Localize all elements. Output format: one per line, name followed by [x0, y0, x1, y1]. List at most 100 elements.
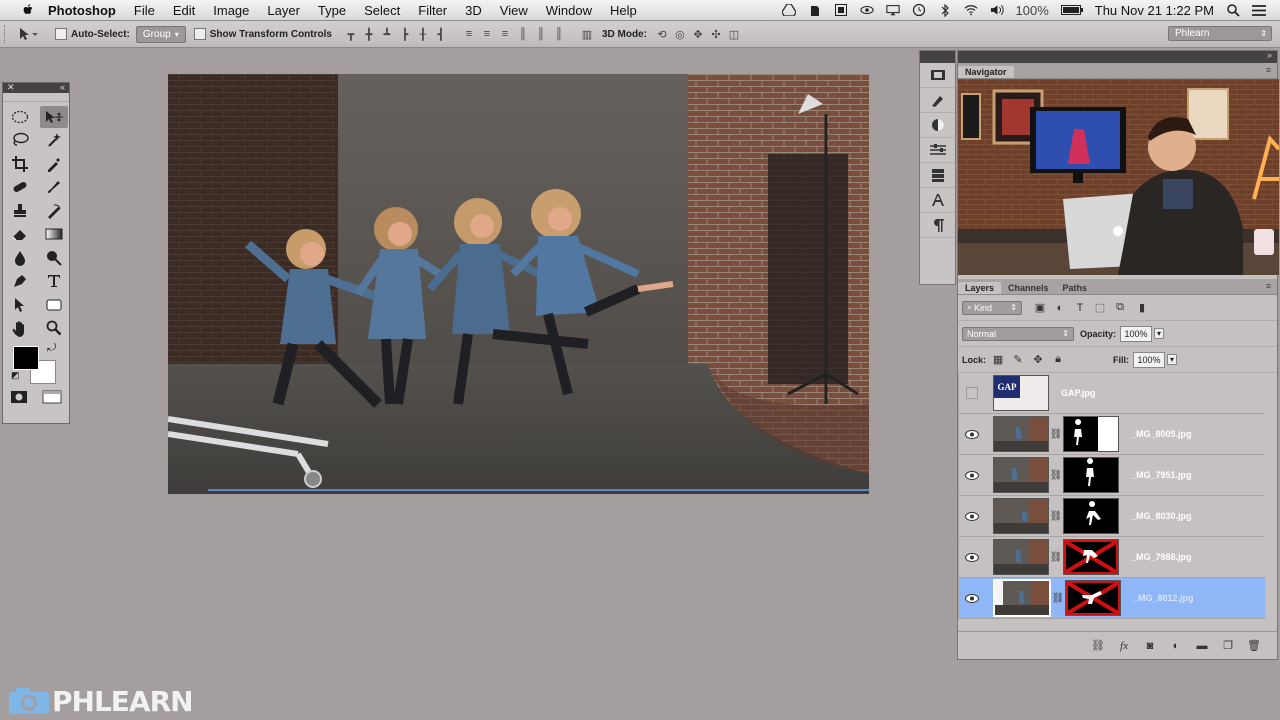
fill-slider-arrow-icon[interactable]: ▾	[1166, 354, 1177, 365]
tool-presets-panel-icon[interactable]	[920, 88, 955, 113]
clone-stamp-tool-icon[interactable]	[3, 199, 37, 223]
quick-selection-tool-icon[interactable]	[37, 129, 71, 153]
add-mask-icon[interactable]: ◙	[1137, 640, 1163, 652]
eraser-tool-icon[interactable]	[3, 223, 37, 247]
layer-name[interactable]: GAP.jpg	[1061, 388, 1095, 398]
3d-roll-icon[interactable]: ◎	[671, 25, 689, 43]
tab-navigator[interactable]: Navigator	[958, 66, 1014, 78]
panel-collapse-icon[interactable]: »	[1267, 50, 1272, 60]
navigator-preview[interactable]	[958, 79, 1279, 275]
fill-input[interactable]: 100%	[1132, 351, 1165, 368]
layer-row[interactable]: ⛓︎ _MG_7988.jpg	[959, 537, 1265, 578]
auto-align-layers-icon[interactable]: ▥	[578, 25, 596, 43]
eye-icon[interactable]	[959, 429, 985, 439]
spotlight-search-icon[interactable]	[1226, 3, 1240, 17]
grid-app-icon[interactable]	[834, 3, 848, 17]
layer-row[interactable]: ⛓︎ _MG_7951.jpg	[959, 455, 1265, 496]
history-panel-icon[interactable]	[920, 63, 955, 88]
opacity-slider-arrow-icon[interactable]: ▾	[1154, 328, 1165, 339]
tools-panel-header[interactable]: ✕ «	[3, 82, 69, 93]
screen-mirroring-icon[interactable]	[885, 3, 900, 17]
link-icon[interactable]: ⛓︎	[1049, 511, 1063, 522]
layer-mask-thumbnail[interactable]	[1063, 457, 1119, 493]
layer-thumbnail[interactable]	[993, 416, 1049, 452]
distribute-vcenter-icon[interactable]: ≡	[478, 25, 496, 43]
layer-name[interactable]: _MG_8030.jpg	[1131, 511, 1192, 521]
blend-mode-dropdown[interactable]: Normal ⇕	[962, 326, 1074, 341]
apple-menu-icon[interactable]	[20, 3, 36, 17]
distribute-left-icon[interactable]: ║	[514, 25, 532, 43]
swap-colors-icon[interactable]: ⤾	[47, 342, 56, 355]
layer-thumbnail[interactable]	[993, 539, 1049, 575]
zoom-tool-icon[interactable]	[37, 317, 71, 341]
filter-smart-object-icon[interactable]: ⧉	[1112, 300, 1128, 316]
align-vcenter-icon[interactable]: ╋	[360, 25, 378, 43]
dock-column-header[interactable]	[920, 51, 955, 63]
layer-thumbnail[interactable]	[993, 579, 1051, 617]
align-top-icon[interactable]: ┳	[342, 25, 360, 43]
show-transform-checkbox[interactable]	[193, 28, 206, 40]
foreground-color-swatch[interactable]	[13, 346, 39, 370]
3d-drag-icon[interactable]: ✥	[689, 25, 707, 43]
eye-icon[interactable]	[959, 593, 985, 603]
adjustments-panel-icon[interactable]	[920, 138, 955, 163]
menu-help[interactable]: Help	[610, 3, 637, 18]
eye-monitor-icon[interactable]	[859, 3, 874, 17]
path-selection-tool-icon[interactable]	[3, 293, 37, 317]
new-layer-icon[interactable]: ❐	[1215, 639, 1241, 652]
layer-style-fx-icon[interactable]: fx	[1111, 640, 1137, 652]
layer-thumbnail[interactable]	[993, 498, 1049, 534]
align-right-icon[interactable]: ┫	[432, 25, 450, 43]
new-group-icon[interactable]: ▬	[1189, 640, 1215, 652]
wifi-icon[interactable]	[963, 3, 978, 17]
layer-mask-thumbnail[interactable]	[1063, 498, 1119, 534]
lock-image-icon[interactable]: ✎	[1010, 352, 1026, 368]
link-icon[interactable]: ⛓︎	[1051, 593, 1065, 604]
layer-row[interactable]: GAP GAP.jpg	[959, 373, 1265, 414]
menu-file[interactable]: File	[134, 3, 155, 18]
distribute-hcenter-icon[interactable]: ║	[532, 25, 550, 43]
character-panel-icon[interactable]	[920, 188, 955, 213]
options-bar-grip[interactable]	[4, 25, 11, 43]
layer-thumbnail[interactable]	[993, 457, 1049, 493]
filter-type-icon[interactable]: T	[1072, 300, 1088, 316]
menu-view[interactable]: View	[500, 3, 528, 18]
tab-channels[interactable]: Channels	[1001, 282, 1056, 294]
align-hcenter-icon[interactable]: ╂	[414, 25, 432, 43]
menu-select[interactable]: Select	[364, 3, 400, 18]
auto-select-dropdown[interactable]: Group ▾	[135, 25, 186, 43]
layer-name[interactable]: _MG_7951.jpg	[1131, 470, 1192, 480]
volume-icon[interactable]	[990, 3, 1004, 17]
bluetooth-icon[interactable]	[938, 3, 952, 17]
workspace-switcher[interactable]: Phlearn ⇕	[1168, 26, 1272, 41]
notification-center-icon[interactable]	[1252, 3, 1266, 17]
navigator-menu-icon[interactable]: ≡	[1266, 65, 1271, 75]
tool-preset-picker[interactable]	[11, 24, 47, 44]
brush-tool-icon[interactable]	[37, 176, 71, 200]
layer-mask-thumbnail[interactable]	[1063, 539, 1119, 575]
layer-name[interactable]: _MG_8012.jpg	[1133, 593, 1194, 603]
pen-tool-icon[interactable]	[3, 270, 37, 294]
link-icon[interactable]: ⛓︎	[1049, 552, 1063, 563]
filter-toggle-icon[interactable]: ▮	[1134, 300, 1150, 316]
dodge-tool-icon[interactable]	[37, 246, 71, 270]
3d-scale-icon[interactable]: ◫	[725, 25, 743, 43]
eye-icon[interactable]	[959, 552, 985, 562]
layer-mask-thumbnail[interactable]	[1063, 416, 1119, 452]
layer-mask-thumbnail[interactable]	[1065, 580, 1121, 616]
quick-mask-icon[interactable]	[10, 390, 28, 407]
distribute-right-icon[interactable]: ║	[550, 25, 568, 43]
menu-type[interactable]: Type	[318, 3, 346, 18]
align-bottom-icon[interactable]: ┻	[378, 25, 396, 43]
tab-layers[interactable]: Layers	[958, 282, 1002, 294]
delete-layer-icon[interactable]: 🗑︎	[1241, 639, 1267, 652]
collapse-icon[interactable]: «	[60, 82, 65, 92]
auto-select-checkbox[interactable]	[55, 28, 67, 40]
filter-adjustment-icon[interactable]: ◐	[1052, 300, 1068, 316]
battery-icon[interactable]	[1060, 3, 1083, 17]
document-canvas[interactable]	[168, 74, 869, 494]
layer-row[interactable]: ⛓︎ _MG_8005.jpg	[959, 414, 1265, 455]
link-icon[interactable]: ⛓︎	[1049, 429, 1063, 440]
align-left-icon[interactable]: ┣	[396, 25, 414, 43]
screen-mode-icon[interactable]	[42, 390, 62, 407]
